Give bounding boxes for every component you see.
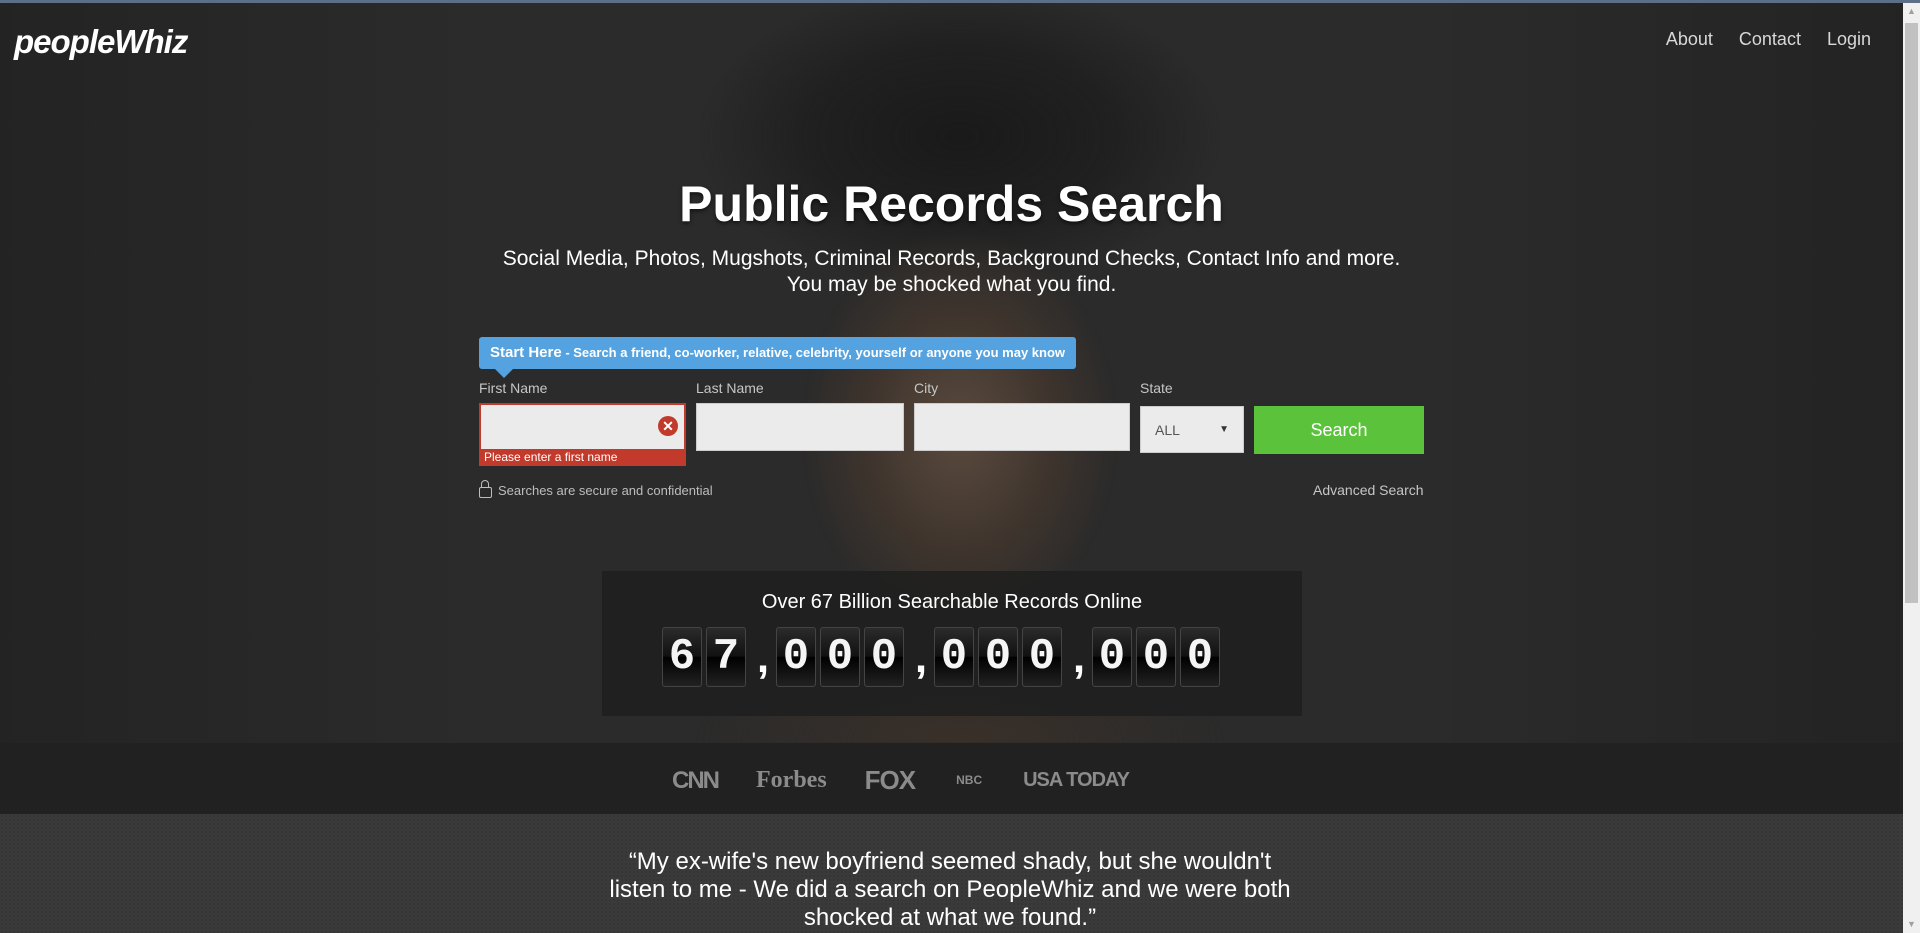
counter-digit: 0 [934, 627, 974, 687]
testimonial-quote: “My ex-wife's new boyfriend seemed shady… [609, 848, 1291, 931]
forbes-logo: Forbes [756, 767, 827, 793]
search-button[interactable]: Search [1254, 406, 1424, 454]
counter-digit: 6 [662, 627, 702, 687]
nav-about-link[interactable]: About [1666, 29, 1713, 50]
testimonial-section: “My ex-wife's new boyfriend seemed shady… [0, 814, 1903, 933]
counter-digit: 0 [776, 627, 816, 687]
advanced-search-link[interactable]: Advanced Search [1313, 482, 1424, 498]
start-here-tooltip: Start Here - Search a friend, co-worker,… [479, 337, 1077, 378]
counter-separator: , [1072, 633, 1086, 682]
counter-digit: 7 [706, 627, 746, 687]
counter-title: Over 67 Billion Searchable Records Onlin… [761, 591, 1143, 613]
last-name-input[interactable] [696, 403, 904, 451]
peoplewhiz-logo[interactable]: peopleWhiz [14, 23, 188, 61]
state-select[interactable]: ALL ▼ [1140, 406, 1244, 453]
lock-icon [479, 480, 492, 498]
counter-digit: 0 [820, 627, 860, 687]
page-title: Public Records Search [679, 176, 1224, 232]
usa-today-logo: USA TODAY [1023, 769, 1130, 791]
fox-logo: FOX [864, 765, 916, 795]
page-subtitle: Social Media, Photos, Mugshots, Criminal… [502, 247, 1401, 296]
scroll-thumb[interactable] [1905, 23, 1918, 603]
press-bar: CNN Forbes FOX NBC USA TODAY [0, 743, 1903, 814]
nav-contact-link[interactable]: Contact [1739, 29, 1801, 50]
scroll-up-icon[interactable]: ▲ [1903, 3, 1920, 20]
counter-separator: , [756, 633, 770, 682]
records-counter: Over 67 Billion Searchable Records Onlin… [602, 571, 1302, 716]
city-label: City [914, 380, 939, 396]
counter-digits: 67,000,000,000 [662, 627, 1224, 687]
counter-digit: 0 [1136, 627, 1176, 687]
state-label: State [1140, 380, 1173, 396]
cnn-logo: CNN [672, 766, 720, 794]
counter-digit: 0 [864, 627, 904, 687]
secure-notice: Searches are secure and confidential [479, 480, 713, 498]
last-name-label: Last Name [696, 380, 764, 396]
clear-icon[interactable]: ✕ [658, 416, 678, 436]
first-name-error: Please enter a first name [479, 449, 686, 466]
first-name-input[interactable] [479, 403, 686, 451]
top-nav: About Contact Login [1666, 29, 1871, 50]
first-name-label: First Name [479, 380, 548, 396]
scroll-down-icon[interactable]: ▼ [1903, 916, 1920, 933]
counter-separator: , [914, 633, 928, 682]
nbc-logo: NBC [956, 773, 983, 787]
nav-login-link[interactable]: Login [1827, 29, 1871, 50]
counter-digit: 0 [1180, 627, 1220, 687]
counter-digit: 0 [1022, 627, 1062, 687]
chevron-down-icon: ▼ [1219, 424, 1229, 435]
hero-section: peopleWhiz About Contact Login Public Re… [0, 3, 1903, 743]
page-scrollbar[interactable]: ▲ ▼ [1903, 3, 1920, 933]
counter-digit: 0 [1092, 627, 1132, 687]
counter-digit: 0 [978, 627, 1018, 687]
city-input[interactable] [914, 403, 1130, 451]
